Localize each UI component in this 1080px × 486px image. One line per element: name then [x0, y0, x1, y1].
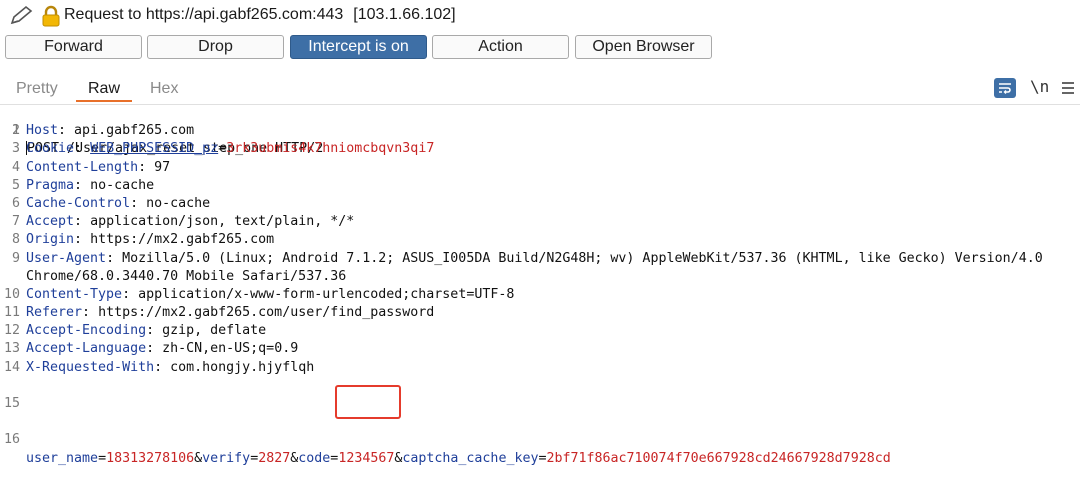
header-name: Content-Length: [26, 159, 139, 175]
header-name: Origin: [26, 232, 75, 248]
line-number: 6: [11, 195, 20, 211]
editor-line: 1 POST /User/ajax_reset_step_one HTTP/2: [0, 104, 1080, 156]
header-value: gzip, deflate: [154, 323, 267, 339]
editor-line: 15: [0, 377, 1080, 411]
header-line: Accept-Encoding: gzip, deflate: [26, 323, 267, 339]
editor-line: 13 Accept-Language: zh-CN,en-US;q=0.9: [0, 340, 1080, 358]
toolbar: Forward Drop Intercept is on Action Open…: [0, 35, 1080, 61]
header-value: com.hongjy.hjyflqh: [162, 359, 315, 375]
intercept-toggle-button[interactable]: Intercept is on: [290, 35, 427, 59]
header-value: no-cache: [82, 177, 155, 193]
editor-line: 12 Accept-Encoding: gzip, deflate: [0, 322, 1080, 340]
line-number: 2: [11, 123, 20, 139]
line-number: 9: [11, 250, 20, 266]
pencil-icon[interactable]: [8, 5, 34, 27]
header-name: Cache-Control: [26, 195, 131, 211]
header-value: api.gabf265.com: [66, 123, 195, 139]
header-value: zh-CN,en-US;q=0.9: [154, 341, 299, 357]
line-number: 4: [11, 159, 20, 175]
line-number: 7: [11, 214, 20, 230]
line-number: 14: [3, 359, 20, 375]
word-wrap-icon[interactable]: [994, 78, 1016, 98]
header-name: Accept: [26, 214, 75, 230]
raw-request-editor[interactable]: 1 POST /User/ajax_reset_step_one HTTP/2 …: [0, 104, 1080, 465]
cookie-name: WEB_PHPSESSID_pz: [90, 141, 219, 157]
header-name: Accept-Encoding: [26, 323, 147, 339]
header-value: https://mx2.gabf265.com: [82, 232, 275, 248]
header-value: application/json, text/plain, */*: [82, 214, 355, 230]
header-value: Mozilla/5.0 (Linux; Android 7.1.2; ASUS_…: [114, 250, 1043, 266]
editor-line: 4 Content-Length: 97: [0, 159, 1080, 177]
line-number: 3: [11, 141, 20, 157]
open-browser-button[interactable]: Open Browser: [575, 35, 712, 59]
header-line: Cache-Control: no-cache: [26, 195, 211, 211]
lock-icon: [42, 5, 60, 27]
header-line: Pragma: no-cache: [26, 177, 155, 193]
editor-line: 10 Content-Type: application/x-www-form-u…: [0, 286, 1080, 304]
header-name: Referer: [26, 305, 83, 321]
editor-line: 14 X-Requested-With: com.hongjy.hjyflqh: [0, 359, 1080, 377]
line-number: 10: [3, 286, 20, 302]
line-number: 16: [3, 432, 20, 448]
tab-raw[interactable]: Raw: [76, 78, 133, 102]
editor-line: 5 Pragma: no-cache: [0, 177, 1080, 195]
header-line: X-Requested-With: com.hongjy.hjyflqh: [26, 359, 315, 375]
editor-line: 6 Cache-Control: no-cache: [0, 195, 1080, 213]
header-line: Content-Length: 97: [26, 159, 171, 175]
editor-line: 8 Origin: https://mx2.gabf265.com: [0, 231, 1080, 249]
editor-line: 11 Referer: https://mx2.gabf265.com/user/…: [0, 304, 1080, 322]
line-number: 12: [3, 323, 20, 339]
header-value-continued: Chrome/68.0.3440.70 Mobile Safari/537.36: [26, 268, 347, 284]
request-url: Request to https://api.gabf265.com:443: [64, 6, 344, 23]
request-body: user_name=18313278106&verify=2827&code=1…: [26, 450, 891, 466]
header-value: https://mx2.gabf265.com/user/find_passwo…: [90, 305, 435, 321]
header-name: Pragma: [26, 177, 75, 193]
header-name: Accept-Language: [26, 341, 147, 357]
header-line: Host: api.gabf265.com: [26, 123, 195, 139]
title-bar: Request to https://api.gabf265.com:443 [1…: [0, 0, 1080, 32]
editor-line: 15: [0, 395, 1080, 413]
editor-line: 9 User-Agent: Mozilla/5.0 (Linux; Android…: [0, 250, 1080, 268]
header-line: User-Agent: Mozilla/5.0 (Linux; Android …: [26, 250, 1043, 266]
cookie-value: 3rk3ubmis4k7hniomcbqvn3qi7: [226, 141, 435, 157]
editor-line: 7 Accept: application/json, text/plain, *…: [0, 213, 1080, 231]
editor-line: 2 Host: api.gabf265.com: [0, 122, 1080, 140]
request-title: Request to https://api.gabf265.com:443 [1…: [64, 6, 456, 24]
code-value: 1234567: [338, 450, 395, 466]
request-ip: [103.1.66.102]: [353, 6, 456, 23]
line-number: 8: [11, 232, 20, 248]
header-line: Accept-Language: zh-CN,en-US;q=0.9: [26, 341, 299, 357]
header-name: Content-Type: [26, 286, 123, 302]
header-value: 97: [146, 159, 171, 175]
header-line: Referer: https://mx2.gabf265.com/user/fi…: [26, 305, 435, 321]
forward-button[interactable]: Forward: [5, 35, 142, 59]
header-line: Content-Type: application/x-www-form-url…: [26, 286, 515, 302]
editor-line: Chrome/68.0.3440.70 Mobile Safari/537.36: [0, 268, 1080, 286]
header-value: application/x-www-form-urlencoded;charse…: [130, 286, 515, 302]
header-name: Cookie: [26, 141, 75, 157]
line-number: 5: [11, 177, 20, 193]
editor-line: 16 user_name=18313278106&verify=2827&cod…: [0, 413, 1080, 465]
header-line: Cookie: WEB_PHPSESSID_pz=3rk3ubmis4k7hni…: [26, 141, 435, 157]
drop-button[interactable]: Drop: [147, 35, 284, 59]
header-line: Origin: https://mx2.gabf265.com: [26, 232, 275, 248]
header-line: Accept: application/json, text/plain, */…: [26, 214, 355, 230]
newline-toggle-icon[interactable]: \n: [1030, 77, 1049, 96]
editor-tabs: Pretty Raw Hex: [0, 74, 1080, 105]
tab-hex[interactable]: Hex: [138, 78, 190, 102]
line-number: 13: [3, 341, 20, 357]
menu-icon[interactable]: [1060, 78, 1076, 98]
header-name: Host: [26, 123, 59, 139]
header-value: no-cache: [138, 195, 211, 211]
tab-pretty[interactable]: Pretty: [4, 78, 70, 102]
header-name: X-Requested-With: [26, 359, 155, 375]
header-name: User-Agent: [26, 250, 107, 266]
line-number: 11: [3, 305, 20, 321]
action-button[interactable]: Action: [432, 35, 569, 59]
editor-line: 3 Cookie: WEB_PHPSESSID_pz=3rk3ubmis4k7hn…: [0, 140, 1080, 158]
